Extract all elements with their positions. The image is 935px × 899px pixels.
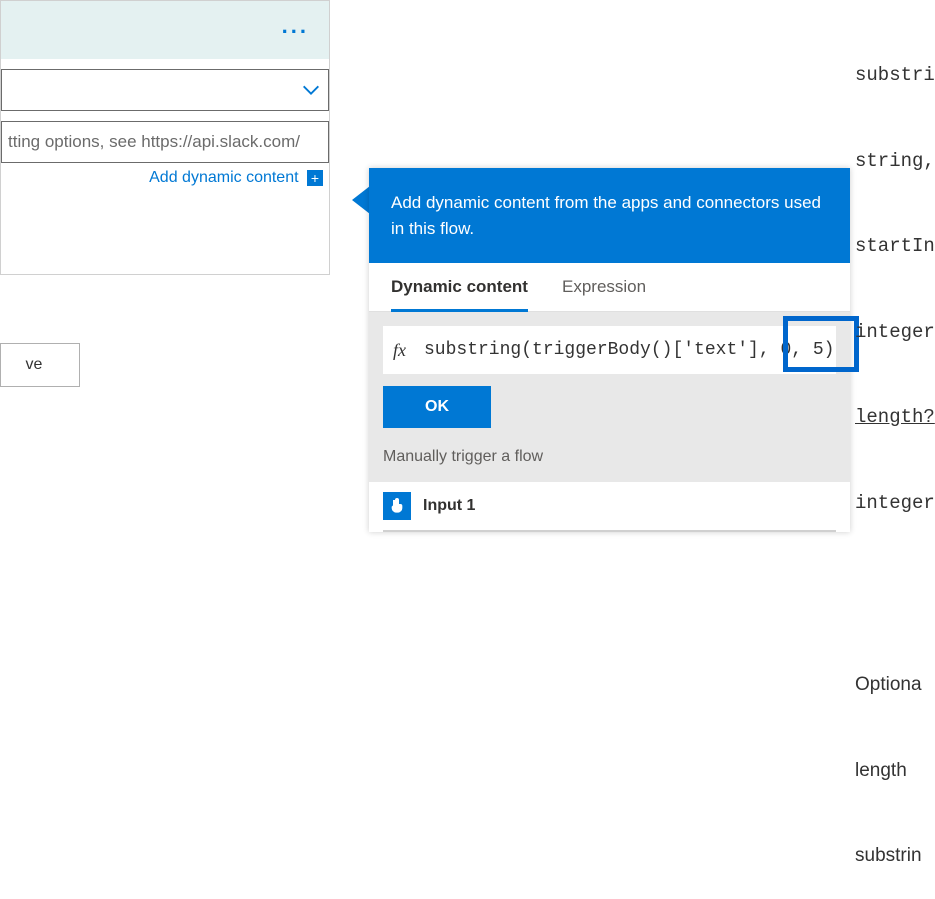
touch-icon <box>383 492 411 520</box>
action-card: ... tting options, see https://api.slack… <box>0 0 330 275</box>
doc-line: integer <box>855 318 935 347</box>
doc-desc: length <box>855 757 935 786</box>
save-button[interactable]: ve <box>0 343 80 387</box>
tab-dynamic-content[interactable]: Dynamic content <box>391 277 528 312</box>
fx-icon: fx <box>393 340 406 361</box>
more-icon[interactable]: ... <box>282 13 309 39</box>
text-field-placeholder: tting options, see https://api.slack.com… <box>8 132 300 152</box>
expression-code: substring(triggerBody()['text'], 0, 5) <box>424 340 834 360</box>
chevron-down-icon <box>300 79 322 101</box>
dynamic-content-panel: Add dynamic content from the apps and co… <box>369 168 850 532</box>
panel-pointer <box>352 186 370 214</box>
dropdown-field[interactable] <box>1 69 329 111</box>
card-header: ... <box>1 1 329 59</box>
doc-sidebar: substri string, startIn integer length? … <box>855 0 935 899</box>
tab-expression[interactable]: Expression <box>562 277 646 311</box>
item-divider <box>383 530 836 532</box>
plus-icon[interactable]: + <box>307 170 323 186</box>
dynamic-item-label: Input 1 <box>423 497 475 515</box>
doc-line: startIn <box>855 232 935 261</box>
doc-line: integer <box>855 489 935 518</box>
add-dynamic-content-link[interactable]: Add dynamic content <box>149 169 298 186</box>
panel-tabs: Dynamic content Expression <box>369 263 850 312</box>
expression-area: fx substring(triggerBody()['text'], 0, 5… <box>369 312 850 438</box>
doc-line-length: length? <box>855 403 935 432</box>
add-dynamic-row: Add dynamic content + <box>1 163 329 187</box>
doc-desc: substrin <box>855 842 935 871</box>
panel-header: Add dynamic content from the apps and co… <box>369 168 850 263</box>
text-field[interactable]: tting options, see https://api.slack.com… <box>1 121 329 163</box>
doc-gap <box>855 574 935 614</box>
dynamic-item-input-1[interactable]: Input 1 <box>369 482 850 530</box>
ok-button[interactable]: OK <box>383 386 491 428</box>
doc-desc: Optiona <box>855 671 935 700</box>
section-title: Manually trigger a flow <box>369 438 850 482</box>
doc-line: string, <box>855 147 935 176</box>
expression-input[interactable]: fx substring(triggerBody()['text'], 0, 5… <box>383 326 836 374</box>
doc-line: substri <box>855 61 935 90</box>
